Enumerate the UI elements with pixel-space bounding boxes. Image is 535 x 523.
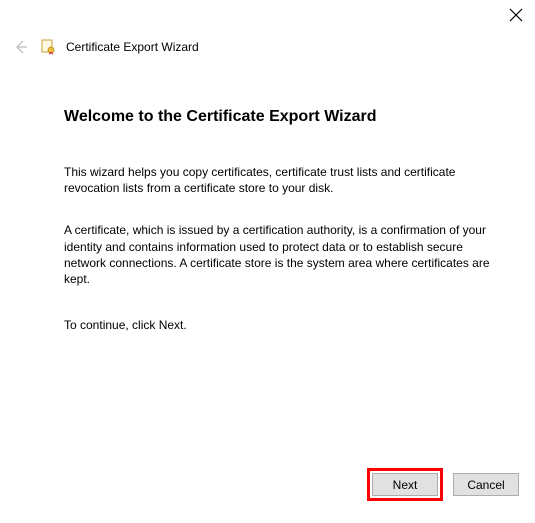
next-button[interactable]: Next bbox=[372, 473, 438, 496]
continue-instruction: To continue, click Next. bbox=[64, 317, 495, 333]
close-icon[interactable] bbox=[509, 8, 523, 22]
page-heading: Welcome to the Certificate Export Wizard bbox=[64, 108, 495, 126]
intro-paragraph-2: A certificate, which is issued by a cert… bbox=[64, 222, 495, 287]
intro-paragraph-1: This wizard helps you copy certificates,… bbox=[64, 164, 495, 196]
certificate-icon bbox=[40, 39, 56, 55]
cancel-button[interactable]: Cancel bbox=[453, 473, 519, 496]
next-button-highlight: Next bbox=[367, 468, 443, 501]
wizard-title: Certificate Export Wizard bbox=[66, 40, 199, 54]
back-icon bbox=[12, 38, 30, 56]
